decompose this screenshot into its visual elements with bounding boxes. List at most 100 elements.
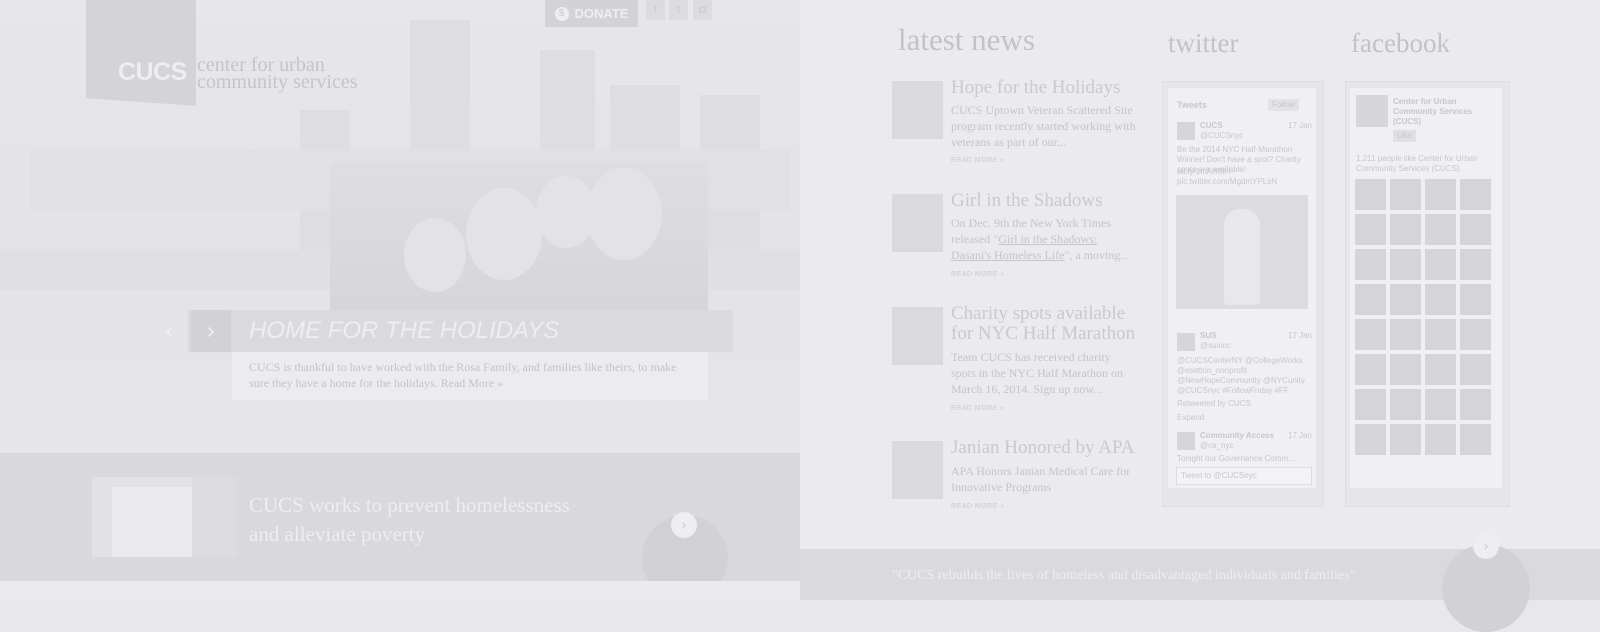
- tweet-text: @CUCSCenterNY @CollegeWorks @esetton_non…: [1177, 356, 1305, 395]
- hero-panel: CUCS center for urban community services…: [0, 0, 800, 600]
- fan-avatar[interactable]: [1425, 424, 1456, 455]
- fan-avatar[interactable]: [1460, 249, 1491, 280]
- slide-image[interactable]: [330, 162, 708, 310]
- news-read-more-link[interactable]: READ MORE »: [951, 503, 1005, 510]
- tweet-link[interactable]: bit.ly/1mAH3fH: [1177, 167, 1309, 177]
- fan-avatar[interactable]: [1355, 179, 1386, 210]
- slide-read-more-link[interactable]: Read More »: [441, 376, 504, 390]
- news-title[interactable]: Charity spots available for NYC Half Mar…: [951, 304, 1151, 344]
- fan-avatar[interactable]: [1460, 354, 1491, 385]
- avatar: [1177, 122, 1195, 140]
- news-heading: latest news: [898, 22, 1035, 57]
- fan-avatar[interactable]: [1460, 389, 1491, 420]
- twitter-heading: twitter: [1168, 28, 1239, 58]
- twitter-widget-title: Tweets: [1177, 100, 1207, 110]
- news-excerpt: On Dec. 9th the New York Times released …: [951, 215, 1136, 263]
- fan-avatar[interactable]: [1425, 214, 1456, 245]
- news-read-more-link[interactable]: READ MORE »: [951, 271, 1005, 278]
- instagram-icon[interactable]: ◘: [693, 0, 712, 20]
- facebook-like-button[interactable]: Like: [1393, 130, 1416, 142]
- news-thumbnail[interactable]: [892, 194, 943, 252]
- mission-text-line2: and alleviate poverty: [249, 522, 426, 546]
- donate-button[interactable]: $ DONATE: [545, 0, 638, 27]
- dollar-icon: $: [554, 6, 569, 21]
- fan-avatar[interactable]: [1460, 214, 1491, 245]
- tweet-date: 17 Jan: [1288, 431, 1313, 440]
- news-thumbnail[interactable]: [892, 81, 943, 139]
- fan-avatar[interactable]: [1390, 354, 1421, 385]
- tweet-date: 17 Jan: [1288, 121, 1313, 130]
- tweet-pic-link[interactable]: pic.twitter.com/MgdmYPLsN: [1177, 177, 1309, 187]
- news-excerpt: APA Honors Janian Medical Care for Innov…: [951, 464, 1131, 494]
- fan-avatar[interactable]: [1355, 424, 1386, 455]
- logo-text[interactable]: CUCS: [118, 58, 187, 87]
- tweet-date: 17 Jan: [1288, 331, 1313, 340]
- fan-avatar[interactable]: [1425, 284, 1456, 315]
- twitter-follow-button[interactable]: Follow: [1268, 99, 1300, 111]
- donate-label: DONATE: [574, 6, 629, 21]
- mission-next-button[interactable]: ›: [671, 512, 697, 538]
- fan-avatar[interactable]: [1390, 319, 1421, 350]
- tweet-image[interactable]: [1176, 195, 1308, 309]
- slide-title[interactable]: HOME FOR THE HOLIDAYS: [249, 317, 559, 345]
- slide-caption: CUCS is thankful to have worked with the…: [249, 359, 689, 391]
- fan-avatar[interactable]: [1425, 319, 1456, 350]
- fan-avatar[interactable]: [1425, 354, 1456, 385]
- tweet-expand-link[interactable]: Expand: [1177, 413, 1204, 423]
- facebook-likes-count: 1,211 people like Center for Urban Commu…: [1356, 154, 1478, 173]
- news-title[interactable]: Girl in the Shadows: [951, 191, 1151, 211]
- tweet-handle[interactable]: @CUCSnyc: [1200, 131, 1243, 141]
- fan-avatar[interactable]: [1355, 389, 1386, 420]
- slider-next-button[interactable]: ›: [191, 310, 231, 352]
- facebook-icon[interactable]: f: [646, 0, 665, 20]
- facebook-page-avatar[interactable]: [1356, 95, 1388, 127]
- fan-avatar[interactable]: [1460, 284, 1491, 315]
- tweet-author[interactable]: Community Access: [1200, 431, 1274, 441]
- facebook-fan-grid: [1355, 179, 1494, 455]
- news-thumbnail[interactable]: [892, 441, 943, 499]
- fan-avatar[interactable]: [1425, 179, 1456, 210]
- fan-avatar[interactable]: [1390, 249, 1421, 280]
- news-title[interactable]: Janian Honored by APA: [951, 438, 1151, 458]
- news-excerpt: CUCS Uptown Veteran Scattered Site progr…: [951, 103, 1136, 149]
- fan-avatar[interactable]: [1390, 179, 1421, 210]
- tweet-author[interactable]: CUCS: [1200, 121, 1223, 131]
- fan-avatar[interactable]: [1425, 249, 1456, 280]
- fan-avatar[interactable]: [1460, 319, 1491, 350]
- news-read-more-link[interactable]: READ MORE »: [951, 157, 1005, 164]
- facebook-page-name[interactable]: Center for Urban Community Services (CUC…: [1393, 97, 1493, 127]
- fan-avatar[interactable]: [1460, 424, 1491, 455]
- twitter-icon[interactable]: t: [669, 0, 688, 20]
- avatar: [1177, 432, 1195, 450]
- fan-avatar[interactable]: [1355, 214, 1386, 245]
- logo-mark[interactable]: [86, 0, 196, 106]
- fan-avatar[interactable]: [1390, 424, 1421, 455]
- news-thumbnail[interactable]: [892, 307, 943, 365]
- fan-avatar[interactable]: [1390, 389, 1421, 420]
- mission-text: CUCS works to prevent homelessness and a…: [249, 491, 629, 549]
- org-name-line2: community services: [197, 71, 358, 93]
- tweet-handle[interactable]: @ca_nyc: [1200, 441, 1233, 451]
- tweet-compose-field[interactable]: Tweet to @CUCSnyc: [1176, 467, 1312, 485]
- fan-avatar[interactable]: [1355, 249, 1386, 280]
- tweet-handle[interactable]: @susinc: [1200, 341, 1231, 351]
- fan-avatar[interactable]: [1390, 214, 1421, 245]
- org-name[interactable]: center for urban community services: [197, 55, 358, 93]
- fan-avatar[interactable]: [1425, 389, 1456, 420]
- tweet-text: Tonight our Governance Comm...: [1177, 454, 1295, 463]
- building-image: [92, 477, 237, 557]
- news-title[interactable]: Hope for the Holidays: [951, 78, 1151, 98]
- fan-avatar[interactable]: [1355, 319, 1386, 350]
- quote-next-button[interactable]: ›: [1473, 533, 1499, 559]
- mission-text-line1: CUCS works to prevent homelessness: [249, 493, 570, 517]
- tweet-compose-placeholder: Tweet to @CUCSnyc: [1181, 471, 1257, 480]
- news-read-more-link[interactable]: READ MORE »: [951, 405, 1005, 412]
- fan-avatar[interactable]: [1355, 354, 1386, 385]
- left-bottom-strip: [0, 581, 800, 600]
- slider-prev-button[interactable]: ‹: [149, 310, 189, 352]
- news-excerpt-post: ", a moving...: [1064, 248, 1130, 262]
- tweet-author[interactable]: SUS: [1200, 331, 1216, 341]
- fan-avatar[interactable]: [1460, 179, 1491, 210]
- fan-avatar[interactable]: [1390, 284, 1421, 315]
- fan-avatar[interactable]: [1355, 284, 1386, 315]
